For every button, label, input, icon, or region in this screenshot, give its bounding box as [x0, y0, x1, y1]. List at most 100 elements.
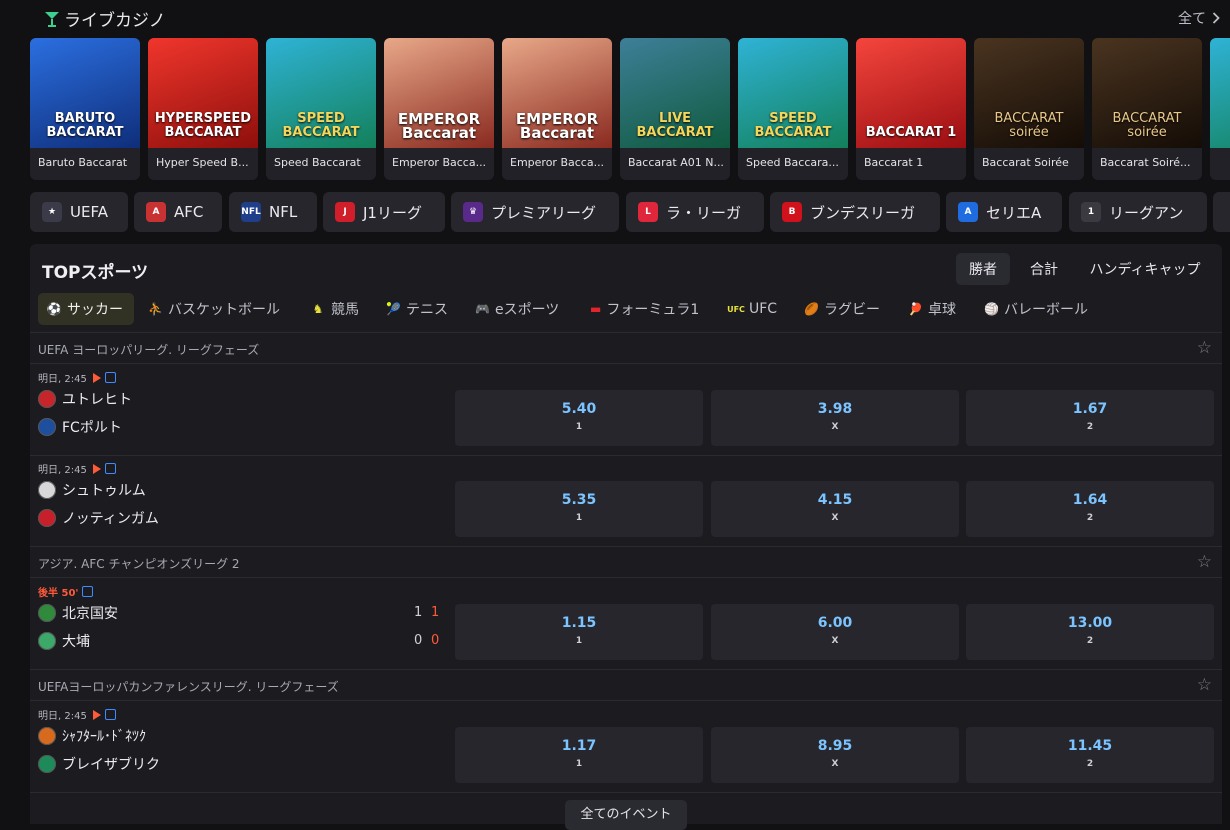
casino-card[interactable]: SPEED BACCARAT Speed Baccara... — [738, 38, 848, 180]
team-logo — [38, 418, 56, 436]
view-all-label: 全て — [1178, 11, 1206, 27]
odds-button-2[interactable]: 1.64 2 — [966, 481, 1214, 537]
casino-card[interactable]: EMPEROR Baccarat Emperor Bacca... — [502, 38, 612, 180]
casino-card[interactable]: BACCARAT 1 Baccarat 1 — [856, 38, 966, 180]
card-name: Baccarat Soirée — [982, 156, 1069, 169]
card-name: Hyper Speed B... — [156, 156, 249, 169]
market-tab-winner[interactable]: 勝者 — [956, 253, 1010, 285]
league-afc[interactable]: A AFC — [134, 192, 222, 232]
sport-tab-ufc[interactable]: UFC UFC — [720, 293, 782, 325]
score-away-current: 0 — [431, 633, 440, 648]
soccer-icon: ⚽ — [46, 302, 62, 316]
sport-tab-soccer[interactable]: ⚽ サッカー — [38, 293, 134, 325]
sport-tab-formula1[interactable]: ▬ フォーミュラ1 — [582, 293, 706, 325]
casino-card-partial[interactable] — [1210, 38, 1230, 180]
esports-icon: 🎮 — [475, 302, 490, 316]
card-name: Baruto Baccarat — [38, 156, 128, 169]
odds-button-2[interactable]: 13.00 2 — [966, 604, 1214, 660]
match-time-text: 明日, 2:45 — [38, 465, 87, 476]
casino-card[interactable]: BARUTO BACCARAT Baruto Baccarat — [30, 38, 140, 180]
sport-tab-basketball[interactable]: ⛹ バスケットボール — [140, 293, 288, 325]
bundesliga-icon: B — [782, 202, 802, 222]
league-serie-a[interactable]: A セリエA — [946, 192, 1062, 232]
score-away-total: 0 — [414, 633, 423, 648]
match-time: 明日, 2:45 — [38, 370, 116, 385]
team-logo — [38, 604, 56, 622]
odds-button-x[interactable]: 3.98 X — [711, 390, 959, 446]
odds-value: 8.95 — [817, 738, 853, 754]
favorite-star-icon[interactable]: ☆ — [1197, 338, 1212, 358]
casino-game-carousel: BARUTO BACCARAT Baruto Baccarat HYPERSPEED… — [30, 38, 1230, 180]
casino-card[interactable]: BACCARAT soirée Baccarat Soiré... — [1092, 38, 1202, 180]
sport-tab-rugby[interactable]: 🏉 ラグビー — [796, 293, 886, 325]
league-nfl[interactable]: NFL NFL — [229, 192, 317, 232]
top-sports-panel: TOPスポーツ 勝者 合計 ハンディキャップ ⚽ サッカー ⛹ バスケットボール ♞… — [30, 244, 1222, 830]
team-away: ブレイザブリク — [38, 753, 160, 775]
team-home: 北京国安 — [38, 602, 118, 624]
odds-button-1[interactable]: 1.15 1 — [455, 604, 703, 660]
sport-label: ラグビー — [823, 302, 880, 318]
match-time-text: 明日, 2:45 — [38, 711, 87, 722]
odds-button-1[interactable]: 1.17 1 — [455, 727, 703, 783]
league-bundesliga[interactable]: B ブンデスリーガ — [770, 192, 940, 232]
sport-label: 卓球 — [927, 302, 956, 318]
cocktail-icon — [45, 11, 59, 27]
odds-button-x[interactable]: 6.00 X — [711, 604, 959, 660]
view-all-link[interactable]: 全て — [1178, 8, 1220, 28]
odds-button-1[interactable]: 5.40 1 — [455, 390, 703, 446]
casino-card[interactable]: HYPERSPEED BACCARAT Hyper Speed B... — [148, 38, 258, 180]
league-ligue1[interactable]: 1 リーグアン — [1069, 192, 1207, 232]
odds-button-x[interactable]: 8.95 X — [711, 727, 959, 783]
all-events-button[interactable]: 全てのイベント — [565, 800, 687, 830]
card-art: BARUTO BACCARAT — [30, 38, 140, 148]
afc-icon: A — [146, 202, 166, 222]
sport-tab-horse-racing[interactable]: ♞ 競馬 — [302, 293, 368, 325]
match-row: 後半 50' 北京国安 大埔 1 1 0 0 1.15 1 6.00 X 13.00… — [30, 578, 1222, 670]
favorite-star-icon[interactable]: ☆ — [1197, 675, 1212, 695]
sport-tab-table-tennis[interactable]: 🏓 卓球 — [900, 293, 962, 325]
league-j1[interactable]: J J1リーグ — [323, 192, 445, 232]
market-tab-handicap[interactable]: ハンディキャップ — [1080, 253, 1210, 285]
match-time: 後半 50' — [38, 584, 94, 599]
odds-value: 1.15 — [561, 615, 597, 631]
odds-button-x[interactable]: 4.15 X — [711, 481, 959, 537]
casino-card[interactable]: BACCARAT soirée Baccarat Soirée — [974, 38, 1084, 180]
league-header-title: UEFA ヨーロッパリーグ. リーグフェーズ — [38, 343, 260, 357]
league-premier[interactable]: ♛ プレミアリーグ — [451, 192, 619, 232]
league-uefa[interactable]: ★ UEFA — [30, 192, 128, 232]
sport-label: フォーミュラ1 — [606, 302, 700, 318]
ligue1-icon: 1 — [1081, 202, 1101, 222]
casino-card[interactable]: LIVE BACCARAT Baccarat A01 N... — [620, 38, 730, 180]
odds-value: 1.67 — [1072, 401, 1108, 417]
sport-label: UFC — [749, 301, 778, 317]
match-time: 明日, 2:45 — [38, 707, 116, 722]
league-partial[interactable] — [1213, 192, 1230, 232]
sport-tab-volleyball[interactable]: 🏐 バレーボール — [976, 293, 1094, 325]
odds-outcome: 2 — [1086, 759, 1094, 769]
odds-value: 5.35 — [561, 492, 597, 508]
nfl-icon: NFL — [241, 202, 261, 222]
favorite-star-icon[interactable]: ☆ — [1197, 552, 1212, 572]
card-art: SPEED BACCARAT — [738, 38, 848, 148]
sport-tab-tennis[interactable]: 🎾 テニス — [378, 293, 454, 325]
odds-button-1[interactable]: 5.35 1 — [455, 481, 703, 537]
laliga-icon: L — [638, 202, 658, 222]
market-tab-total[interactable]: 合計 — [1017, 253, 1071, 285]
card-name: Baccarat Soiré... — [1100, 156, 1191, 169]
casino-card[interactable]: SPEED BACCARAT Speed Baccarat — [266, 38, 376, 180]
bet-builder-icon — [82, 586, 94, 597]
team-home: シュトゥルム — [38, 479, 146, 501]
league-laliga[interactable]: L ラ・リーガ — [626, 192, 764, 232]
odds-button-2[interactable]: 1.67 2 — [966, 390, 1214, 446]
ufc-icon: UFC — [727, 304, 745, 314]
sport-label: サッカー — [67, 302, 123, 318]
team-logo — [38, 755, 56, 773]
odds-button-2[interactable]: 11.45 2 — [966, 727, 1214, 783]
card-art: EMPEROR Baccarat — [502, 38, 612, 148]
league-header-title: UEFAヨーロッパカンファレンスリーグ. リーグフェーズ — [38, 680, 339, 694]
sport-tab-esports[interactable]: 🎮 eスポーツ — [467, 293, 567, 325]
league-label: UEFA — [70, 203, 108, 221]
casino-card[interactable]: EMPEROR Baccarat Emperor Bacca... — [384, 38, 494, 180]
card-art-label: BARUTO BACCARAT — [46, 111, 124, 140]
odds-value: 4.15 — [817, 492, 853, 508]
